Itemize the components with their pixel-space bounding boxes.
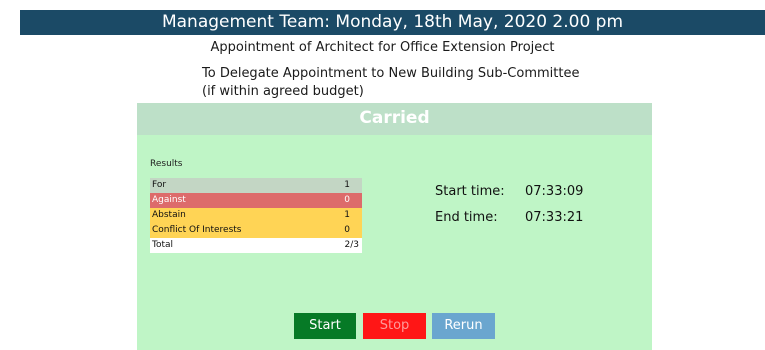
results-label: Abstain: [152, 210, 186, 220]
end-time-label: End time:: [435, 210, 498, 225]
results-label: Conflict Of Interests: [152, 225, 242, 235]
stage: Management Team: Monday, 18th May, 2020 …: [0, 0, 765, 350]
meeting-title: Management Team: Monday, 18th May, 2020 …: [161, 12, 624, 32]
results-table: For 1 Against 0 Abstain 1 Conflict Of In…: [150, 178, 362, 253]
results-value: 2/3: [344, 240, 359, 250]
end-time-row: End time: 07:33:21: [435, 205, 583, 231]
start-time-row: Start time: 07:33:09: [435, 179, 583, 205]
results-row-for: For 1: [150, 178, 362, 193]
results-label: Against: [152, 195, 186, 205]
start-button[interactable]: Start: [294, 313, 356, 339]
proposal-line-1: To Delegate Appointment to New Building …: [202, 66, 580, 81]
results-value: 1: [344, 210, 350, 220]
proposal-text: To Delegate Appointment to New Building …: [202, 65, 579, 101]
vote-status-header: Carried: [137, 103, 652, 135]
agenda-item-title: Appointment of Architect for Office Exte…: [210, 40, 555, 55]
results-label: Total: [152, 240, 174, 250]
results-title: Results: [150, 159, 183, 169]
results-value: 0: [344, 225, 350, 235]
results-row-abstain: Abstain 1: [150, 208, 362, 223]
results-label: For: [152, 180, 167, 190]
proposal-line-2: (if within agreed budget): [202, 84, 364, 99]
results-row-total: Total 2/3: [150, 238, 362, 253]
end-time-value: 07:33:21: [525, 210, 584, 225]
rerun-button[interactable]: Rerun: [432, 313, 495, 339]
vote-panel: Carried Results For 1 Against 0 Abstain …: [137, 103, 652, 350]
results-row-against: Against 0: [150, 193, 362, 208]
results-value: 1: [344, 180, 350, 190]
results-row-conflict-of-interests: Conflict Of Interests 0: [150, 223, 362, 238]
start-time-value: 07:33:09: [525, 184, 584, 199]
vote-times: Start time: 07:33:09 End time: 07:33:21: [435, 179, 583, 231]
start-time-label: Start time:: [435, 184, 505, 199]
stop-button[interactable]: Stop: [363, 313, 426, 339]
results-value: 0: [344, 195, 350, 205]
vote-status: Carried: [359, 108, 430, 128]
meeting-title-bar: Management Team: Monday, 18th May, 2020 …: [20, 10, 765, 35]
